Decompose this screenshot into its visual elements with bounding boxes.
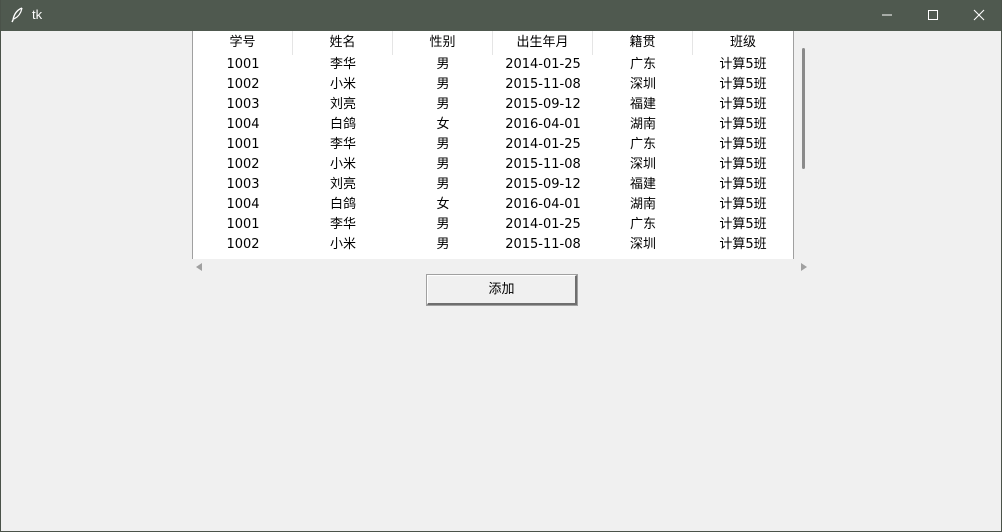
cell-birthdate: 2015-09-12 <box>505 177 581 192</box>
app-window: tk 学号 姓名 性别 出生年月 籍贯 班级 1001 李华 男 2014-01… <box>0 0 1002 532</box>
cell-class: 计算5班 <box>719 137 767 152</box>
cell-name: 刘亮 <box>329 97 356 112</box>
cell-hometown: 深圳 <box>629 77 656 92</box>
cell-id: 1002 <box>226 77 260 92</box>
column-header-class[interactable]: 班级 <box>693 31 793 55</box>
cell-id: 1003 <box>226 97 260 112</box>
cell-id: 1001 <box>226 137 260 152</box>
cell-id: 1003 <box>226 177 260 192</box>
maximize-button[interactable] <box>910 0 956 31</box>
cell-hometown: 广东 <box>629 217 656 232</box>
cell-id: 1002 <box>226 157 260 172</box>
cell-name: 小米 <box>329 77 356 92</box>
table-row[interactable]: 1001 李华 男 2014-01-25 广东 计算5班 <box>193 215 793 235</box>
table-row[interactable]: 1004 白鸽 女 2016-04-01 湖南 计算5班 <box>193 115 793 135</box>
cell-gender: 男 <box>436 157 450 172</box>
table-row[interactable]: 1002 小米 男 2015-11-08 深圳 计算5班 <box>193 235 793 255</box>
cell-gender: 男 <box>436 217 450 232</box>
cell-class: 计算5班 <box>719 217 767 232</box>
table-header: 学号 姓名 性别 出生年月 籍贯 班级 <box>193 31 793 55</box>
add-button[interactable]: 添加 <box>426 274 578 306</box>
cell-gender: 男 <box>436 97 450 112</box>
cell-birthdate: 2016-04-01 <box>505 117 581 132</box>
minimize-button[interactable] <box>864 0 910 31</box>
cell-hometown: 深圳 <box>629 157 656 172</box>
cell-class: 计算5班 <box>719 57 767 72</box>
cell-name: 李华 <box>329 57 356 72</box>
cell-birthdate: 2015-11-08 <box>505 77 581 92</box>
column-header-id[interactable]: 学号 <box>193 31 293 55</box>
cell-birthdate: 2015-09-12 <box>505 97 581 112</box>
cell-class: 计算5班 <box>719 157 767 172</box>
cell-birthdate: 2016-04-01 <box>505 197 581 212</box>
table-row[interactable]: 1003 刘亮 男 2015-09-12 福建 计算5班 <box>193 95 793 115</box>
table-row[interactable]: 1004 白鸽 女 2016-04-01 湖南 计算5班 <box>193 195 793 215</box>
window-title: tk <box>32 7 43 22</box>
cell-class: 计算5班 <box>719 97 767 112</box>
close-button[interactable] <box>956 0 1002 31</box>
close-icon <box>973 6 985 25</box>
cell-birthdate: 2014-01-25 <box>505 217 581 232</box>
cell-gender: 男 <box>436 137 450 152</box>
cell-hometown: 福建 <box>629 97 656 112</box>
table-row[interactable]: 1002 小米 男 2015-11-08 深圳 计算5班 <box>193 75 793 95</box>
cell-name: 白鸽 <box>329 117 356 132</box>
table-row[interactable]: 1002 小米 男 2015-11-08 深圳 计算5班 <box>193 155 793 175</box>
cell-id: 1001 <box>226 57 260 72</box>
table-row[interactable]: 1001 李华 男 2014-01-25 广东 计算5班 <box>193 135 793 155</box>
cell-hometown: 深圳 <box>629 237 656 252</box>
cell-class: 计算5班 <box>719 177 767 192</box>
cell-gender: 男 <box>436 57 450 72</box>
cell-hometown: 湖南 <box>629 117 656 132</box>
cell-name: 李华 <box>329 137 356 152</box>
cell-hometown: 广东 <box>629 57 656 72</box>
cell-gender: 女 <box>436 197 450 212</box>
title-bar[interactable]: tk <box>1 0 1001 31</box>
table-row[interactable]: 1003 刘亮 男 2015-09-12 福建 计算5班 <box>193 175 793 195</box>
cell-name: 李华 <box>329 217 356 232</box>
cell-gender: 男 <box>436 177 450 192</box>
vertical-scrollbar-thumb[interactable] <box>802 48 805 169</box>
minimize-icon <box>881 6 893 25</box>
cell-class: 计算5班 <box>719 117 767 132</box>
table-row[interactable]: 1001 李华 男 2014-01-25 广东 计算5班 <box>193 55 793 75</box>
cell-hometown: 福建 <box>629 177 656 192</box>
column-header-gender[interactable]: 性别 <box>393 31 493 55</box>
cell-name: 刘亮 <box>329 177 356 192</box>
column-header-hometown[interactable]: 籍贯 <box>593 31 693 55</box>
cell-id: 1004 <box>226 117 260 132</box>
cell-id: 1001 <box>226 217 260 232</box>
cell-birthdate: 2015-11-08 <box>505 157 581 172</box>
cell-birthdate: 2014-01-25 <box>505 57 581 72</box>
column-header-name[interactable]: 姓名 <box>293 31 393 55</box>
cell-gender: 女 <box>436 117 450 132</box>
cell-hometown: 湖南 <box>629 197 656 212</box>
feather-icon <box>10 7 24 23</box>
column-header-birthdate[interactable]: 出生年月 <box>493 31 593 55</box>
scroll-left-arrow-icon[interactable] <box>196 263 202 271</box>
cell-name: 白鸽 <box>329 197 356 212</box>
scroll-right-arrow-icon[interactable] <box>801 263 807 271</box>
table-body: 1001 李华男 2014-01-25 广东 计算5班 1002 小米男 2015-11-08… <box>193 55 793 255</box>
vertical-scrollbar[interactable] <box>795 31 812 259</box>
cell-name: 小米 <box>329 237 356 252</box>
cell-gender: 男 <box>436 77 450 92</box>
student-table[interactable]: 学号 姓名 性别 出生年月 籍贯 班级 1001 李华男 2014-01-25 广东计… <box>192 31 794 259</box>
cell-class: 计算5班 <box>719 197 767 212</box>
cell-class: 计算5班 <box>719 237 767 252</box>
cell-name: 小米 <box>329 157 356 172</box>
cell-id: 1004 <box>226 197 260 212</box>
cell-class: 计算5班 <box>719 77 767 92</box>
cell-gender: 男 <box>436 237 450 252</box>
horizontal-scrollbar[interactable] <box>192 259 812 275</box>
cell-birthdate: 2014-01-25 <box>505 137 581 152</box>
maximize-icon <box>927 6 939 25</box>
cell-hometown: 广东 <box>629 137 656 152</box>
cell-id: 1002 <box>226 237 260 252</box>
cell-birthdate: 2015-11-08 <box>505 237 581 252</box>
